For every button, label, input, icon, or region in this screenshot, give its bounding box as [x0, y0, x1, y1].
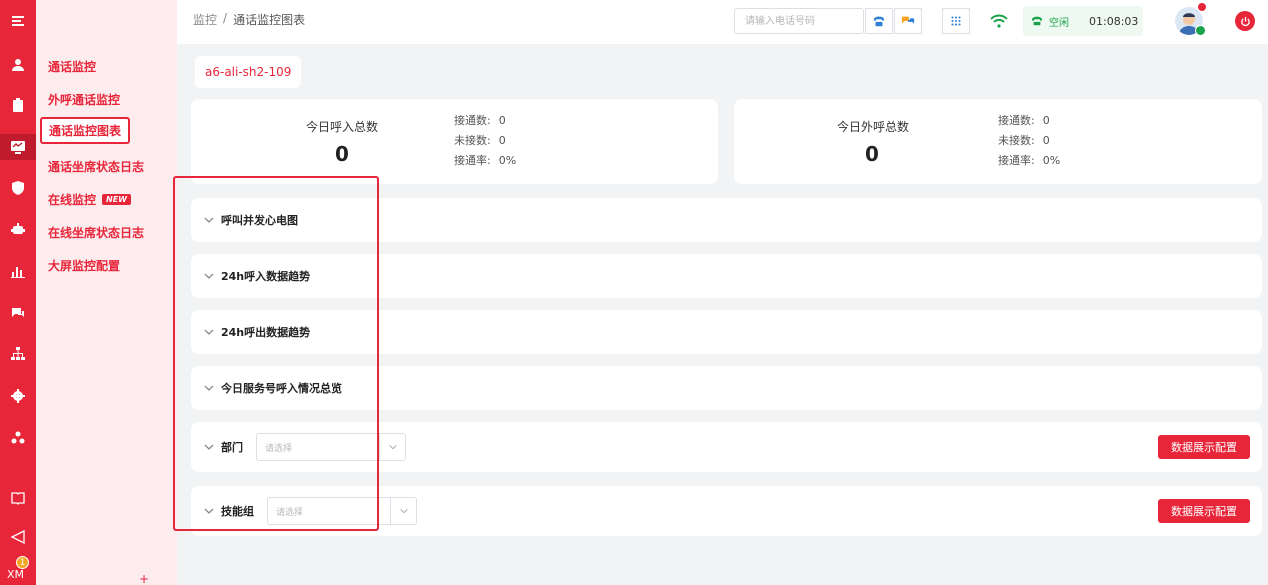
user-icon[interactable]: [0, 52, 36, 78]
select-placeholder: 请选择: [276, 507, 304, 518]
chat-icon[interactable]: [0, 300, 36, 326]
outbound-breakdown: 接通数: 0 未接数: 0 接通率: 0%: [998, 114, 1061, 167]
chevron-down-icon: [204, 217, 214, 223]
bar-chart-icon[interactable]: [0, 258, 36, 284]
chevron-down-icon: [204, 329, 214, 335]
panel-title: 24h呼入数据趋势: [221, 270, 311, 283]
secondary-menu: 通话监控 外呼通话监控 通话监控图表 通话坐席状态日志 在线监控 NEW 在线坐席…: [36, 0, 177, 585]
menu-icon[interactable]: [0, 8, 36, 34]
dialpad-button[interactable]: [942, 8, 970, 34]
panel-title: 技能组: [221, 505, 254, 518]
chevron-down-icon: [204, 273, 214, 279]
book-icon[interactable]: [0, 485, 36, 511]
wifi-icon: [990, 14, 1008, 28]
inbound-total: 0: [335, 142, 349, 166]
phone-number-input[interactable]: [734, 8, 864, 34]
server-tag[interactable]: a6-ali-sh2-109: [195, 56, 302, 88]
select-placeholder: 请选择: [265, 443, 293, 454]
status-timer: 01:08:03: [1089, 14, 1139, 28]
inbound-stats-card: 今日呼入总数 0 接通数: 0 未接数: 0 接通率: 0%: [191, 99, 718, 184]
phone-status-icon: [1031, 16, 1043, 26]
panel-title: 今日服务号呼入情况总览: [221, 382, 342, 395]
chevron-down-icon: [204, 444, 214, 450]
notification-badge[interactable]: 1 XM: [4, 556, 32, 582]
department-select[interactable]: 请选择: [256, 433, 406, 461]
agent-status[interactable]: 空闲 01:08:03: [1023, 6, 1143, 36]
monitor-icon[interactable]: [0, 134, 36, 160]
panel-skill-group[interactable]: 技能组 请选择 数据展示配置: [191, 486, 1262, 536]
logout-button[interactable]: [1235, 11, 1255, 31]
power-icon: [1240, 16, 1250, 26]
panel-title: 24h呼出数据趋势: [221, 326, 311, 339]
new-badge: NEW: [102, 194, 131, 205]
send-icon[interactable]: [0, 524, 36, 550]
org-tree-icon[interactable]: [0, 341, 36, 367]
panel-24h-inbound-trend[interactable]: 24h呼入数据趋势: [191, 254, 1262, 298]
submenu-item-outbound-monitor[interactable]: 外呼通话监控: [48, 91, 120, 108]
badge-label: XM: [7, 568, 25, 581]
chevron-down-icon: [204, 385, 214, 391]
main-content: a6-ali-sh2-109 今日呼入总数 0 接通数: 0 未接数: 0 接通率:…: [177, 44, 1268, 585]
message-button[interactable]: [894, 8, 922, 34]
breadcrumb-root[interactable]: 监控: [193, 11, 217, 28]
panel-title: 呼叫并发心电图: [221, 214, 298, 227]
add-icon[interactable]: +: [139, 572, 149, 585]
chevron-down-icon: [379, 434, 405, 460]
data-display-config-button[interactable]: 数据展示配置: [1158, 435, 1250, 459]
icon-rail: 1 XM: [0, 0, 36, 585]
breadcrumb-separator: /: [223, 11, 228, 25]
submenu-item-bigscreen-config[interactable]: 大屏监控配置: [48, 257, 120, 274]
top-bar: 监控 / 通话监控图表 空闲 01:08:03: [177, 0, 1268, 44]
panel-concurrency-ecg[interactable]: 呼叫并发心电图: [191, 198, 1262, 242]
panel-department[interactable]: 部门 请选择 数据展示配置: [191, 422, 1262, 472]
inbound-title: 今日呼入总数: [306, 120, 379, 134]
data-display-config-button[interactable]: 数据展示配置: [1158, 499, 1250, 523]
breadcrumb-current: 通话监控图表: [233, 13, 306, 27]
users-icon[interactable]: [0, 425, 36, 451]
dial-button[interactable]: [865, 8, 893, 34]
notification-dot: [1198, 3, 1206, 11]
robot-icon[interactable]: [0, 216, 36, 242]
submenu-item-online-agent-log[interactable]: 在线坐席状态日志: [48, 224, 144, 241]
skill-group-select[interactable]: 请选择: [267, 497, 417, 525]
online-check-icon: [1195, 25, 1206, 36]
outbound-title: 今日外呼总数: [837, 120, 910, 134]
submenu-item-call-monitor[interactable]: 通话监控: [48, 58, 96, 75]
clipboard-icon[interactable]: [0, 92, 36, 118]
chat-bubble-icon: [901, 16, 915, 24]
panel-24h-outbound-trend[interactable]: 24h呼出数据趋势: [191, 310, 1262, 354]
outbound-stats-card: 今日外呼总数 0 接通数: 0 未接数: 0 接通率: 0%: [734, 99, 1262, 184]
status-label: 空闲: [1049, 17, 1069, 29]
submenu-item-monitor-chart[interactable]: 通话监控图表: [40, 117, 131, 144]
breadcrumb: 监控 / 通话监控图表: [193, 11, 305, 28]
phone-icon: [873, 16, 885, 27]
shield-icon[interactable]: [0, 175, 36, 201]
panel-title: 部门: [221, 441, 243, 454]
chevron-down-icon: [390, 498, 416, 524]
panel-service-number-overview[interactable]: 今日服务号呼入情况总览: [191, 366, 1262, 410]
gear-icon[interactable]: [0, 383, 36, 409]
dialpad-icon: [951, 16, 961, 26]
outbound-total: 0: [865, 142, 879, 166]
chevron-down-icon: [204, 508, 214, 514]
submenu-item-online-monitor[interactable]: 在线监控 NEW: [48, 191, 131, 208]
inbound-breakdown: 接通数: 0 未接数: 0 接通率: 0%: [454, 114, 517, 167]
submenu-item-agent-status-log[interactable]: 通话坐席状态日志: [48, 158, 144, 175]
